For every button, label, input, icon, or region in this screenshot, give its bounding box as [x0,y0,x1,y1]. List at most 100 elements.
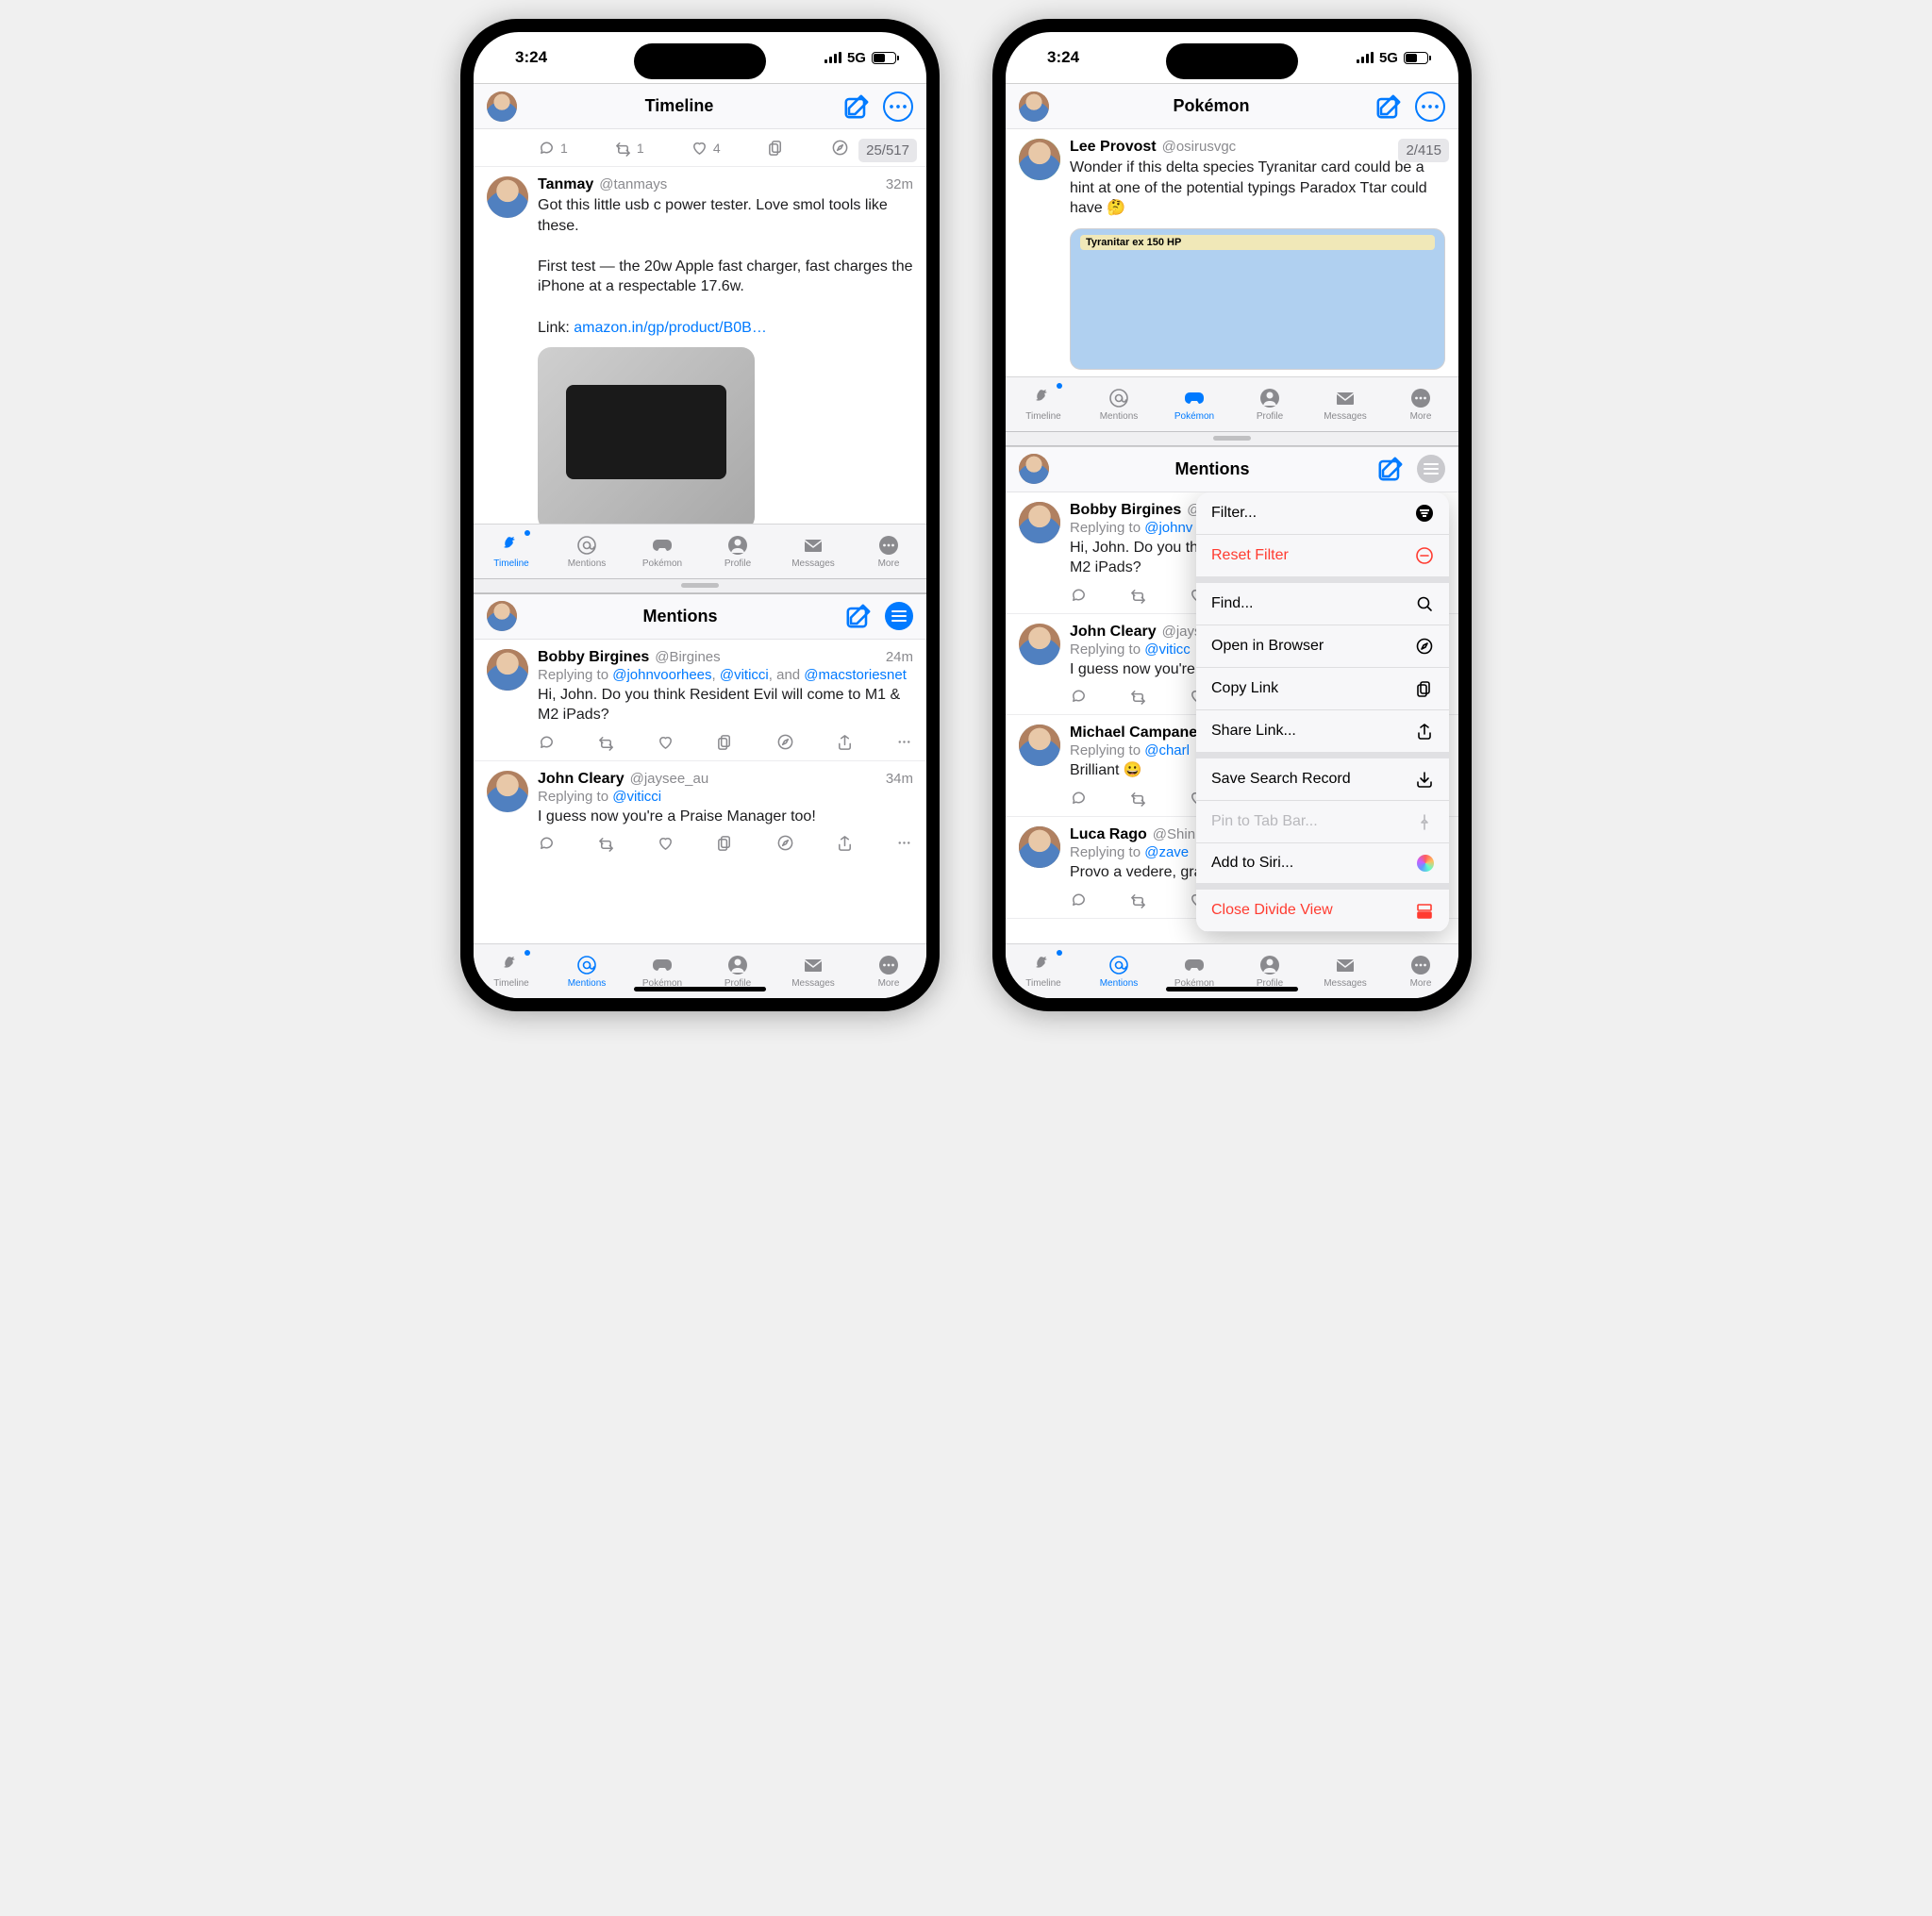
retweet-action[interactable] [1129,687,1147,705]
reply-action[interactable]: 1 [538,139,568,157]
compose-button[interactable] [843,601,874,631]
tab-pokémon[interactable]: Pokémon [625,525,700,578]
home-indicator[interactable] [1166,987,1298,991]
copy-action[interactable] [716,834,734,852]
menu-item-find[interactable]: Find... [1196,583,1449,625]
like-action[interactable]: 4 [691,139,721,157]
pokemon-card-image[interactable] [1070,228,1445,370]
reply-action[interactable] [1070,891,1088,908]
more-options-button[interactable] [883,92,913,122]
filter-button[interactable] [1417,455,1445,483]
reply-action[interactable] [1070,586,1088,604]
tab-mentions[interactable]: Mentions [549,944,625,998]
pokemon-feed[interactable]: 2/415 Lee Provost @osirusvgc 1h Wonder i… [1006,129,1458,376]
retweet-action[interactable] [1129,586,1147,604]
tab-timeline[interactable]: Timeline [1006,377,1081,431]
tweet-cell[interactable]: Tanmay @tanmays 32m Got this little usb … [474,167,926,524]
menu-item-save-search-record[interactable]: Save Search Record [1196,758,1449,801]
tweet-avatar[interactable] [1019,139,1060,180]
timeline-feed[interactable]: 25/517 1 1 4 Tanmay @t [474,129,926,524]
tweet-cell[interactable]: Lee Provost @osirusvgc 1h Wonder if this… [1006,129,1458,370]
tab-more[interactable]: More [1383,944,1458,998]
menu-item-share-link[interactable]: Share Link... [1196,710,1449,758]
retweet-action[interactable] [1129,891,1147,908]
mentions-feed[interactable]: Bobby Birgines @BReplying to @johnvHi, J… [1006,492,1458,943]
pane-drag-handle[interactable] [474,578,926,593]
account-avatar[interactable] [487,92,517,122]
menu-item-copy-link[interactable]: Copy Link [1196,668,1449,710]
mentions-feed[interactable]: Bobby Birgines @Birgines 24m Replying to… [474,640,926,943]
tab-mentions[interactable]: Mentions [1081,944,1157,998]
tab-timeline[interactable]: Timeline [474,525,549,578]
compass-action[interactable] [776,733,794,751]
menu-item-add-to-siri[interactable]: Add to Siri... [1196,843,1449,890]
tab-mentions[interactable]: Mentions [1081,377,1157,431]
copy-action[interactable] [767,139,785,157]
like-action[interactable] [657,834,675,852]
like-action[interactable] [657,733,675,751]
tab-messages[interactable]: Messages [775,944,851,998]
tab-more[interactable]: More [851,944,926,998]
retweet-action[interactable] [597,733,615,751]
tab-pokémon[interactable]: Pokémon [1157,377,1232,431]
share-action[interactable] [836,733,854,751]
menu-item-filter[interactable]: Filter... [1196,492,1449,535]
tab-timeline[interactable]: Timeline [474,944,549,998]
tab-messages[interactable]: Messages [775,525,851,578]
tweet-avatar[interactable] [487,771,528,812]
share-action[interactable] [836,834,854,852]
tweet-author-name[interactable]: Lee Provost [1070,139,1157,156]
tweet-author-name[interactable]: Luca Rago [1070,826,1147,843]
reply-action[interactable] [538,733,556,751]
filter-button[interactable] [885,602,913,630]
tab-more[interactable]: More [1383,377,1458,431]
tweet-avatar[interactable] [487,176,528,218]
retweet-action[interactable]: 1 [614,139,644,157]
tab-mentions[interactable]: Mentions [549,525,625,578]
more-options-button[interactable] [1415,92,1445,122]
mention-cell[interactable]: Bobby Birgines @Birgines 24m Replying to… [474,640,926,761]
tweet-author-name[interactable]: John Cleary [1070,624,1157,641]
account-avatar[interactable] [487,601,517,631]
tweet-author-name[interactable]: Bobby Birgines [538,649,649,666]
more-action[interactable] [895,733,913,751]
tab-messages[interactable]: Messages [1307,377,1383,431]
retweet-action[interactable] [1129,789,1147,807]
tweet-avatar[interactable] [1019,502,1060,543]
tab-more[interactable]: More [851,525,926,578]
messages-icon [1334,387,1357,409]
more-action[interactable] [895,834,913,852]
compose-button[interactable] [1374,92,1404,122]
tab-profile[interactable]: Profile [700,525,775,578]
tweet-link[interactable]: amazon.in/gp/product/B0B… [574,320,767,336]
reply-action[interactable] [538,834,556,852]
compass-action[interactable] [831,139,849,157]
account-avatar[interactable] [1019,454,1049,484]
tweet-avatar[interactable] [1019,826,1060,868]
menu-item-open-in-browser[interactable]: Open in Browser [1196,625,1449,668]
tab-timeline[interactable]: Timeline [1006,944,1081,998]
tweet-avatar[interactable] [1019,624,1060,665]
reply-action[interactable] [1070,789,1088,807]
menu-item-close-divide-view[interactable]: Close Divide View [1196,890,1449,932]
tab-messages[interactable]: Messages [1307,944,1383,998]
tweet-image[interactable] [538,347,755,524]
tweet-author-name[interactable]: Tanmay [538,176,593,193]
reply-action[interactable] [1070,687,1088,705]
mention-cell[interactable]: John Cleary @jaysee_au 34m Replying to @… [474,761,926,862]
retweet-action[interactable] [597,834,615,852]
tweet-avatar[interactable] [487,649,528,691]
tweet-author-name[interactable]: Bobby Birgines [1070,502,1181,519]
menu-item-reset-filter[interactable]: Reset Filter [1196,535,1449,583]
compose-button[interactable] [841,92,872,122]
home-indicator[interactable] [634,987,766,991]
tab-profile[interactable]: Profile [1232,377,1307,431]
account-avatar[interactable] [1019,92,1049,122]
tweet-avatar[interactable] [1019,725,1060,766]
compass-action[interactable] [776,834,794,852]
copy-action[interactable] [716,733,734,751]
tweet-author-name[interactable]: John Cleary [538,771,625,788]
tweet-author-name[interactable]: Michael Campane [1070,725,1197,741]
pane-drag-handle[interactable] [1006,431,1458,446]
compose-button[interactable] [1375,454,1406,484]
